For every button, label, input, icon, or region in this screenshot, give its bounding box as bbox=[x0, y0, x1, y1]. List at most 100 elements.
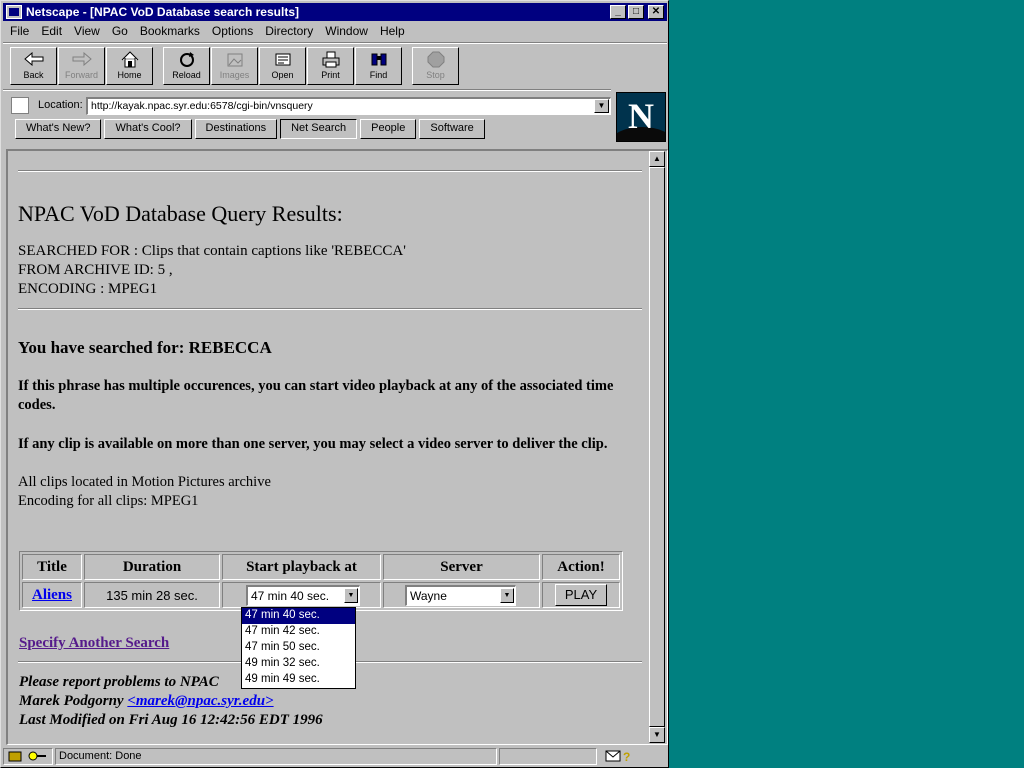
page-heading: NPAC VoD Database Query Results: bbox=[18, 201, 343, 226]
forward-arrow-icon bbox=[71, 50, 93, 68]
open-button[interactable]: Open bbox=[259, 47, 306, 85]
scroll-thumb[interactable] bbox=[649, 167, 665, 727]
stop-icon bbox=[425, 50, 447, 68]
col-server: Server bbox=[383, 554, 540, 580]
find-label: Find bbox=[369, 70, 388, 80]
software-button[interactable]: Software bbox=[419, 119, 485, 139]
table-row: Aliens 135 min 28 sec. 47 min 40 sec. ▼ … bbox=[22, 582, 620, 608]
menu-edit[interactable]: Edit bbox=[35, 23, 68, 41]
title-cell: Aliens bbox=[22, 582, 82, 608]
net-search-button[interactable]: Net Search bbox=[280, 119, 358, 139]
menu-bar: File Edit View Go Bookmarks Options Dire… bbox=[4, 23, 411, 41]
clip-title-link[interactable]: Aliens bbox=[32, 587, 72, 603]
find-button[interactable]: Find bbox=[355, 47, 402, 85]
menu-help[interactable]: Help bbox=[374, 23, 411, 41]
footer-email-link[interactable]: <marek@npac.syr.edu> bbox=[127, 693, 273, 709]
table-header-row: Title Duration Start playback at Server … bbox=[22, 554, 620, 580]
stop-button[interactable]: Stop bbox=[412, 47, 459, 85]
people-button[interactable]: People bbox=[360, 119, 417, 139]
reload-icon bbox=[176, 50, 198, 68]
menu-directory[interactable]: Directory bbox=[259, 23, 319, 41]
search-summary: SEARCHED FOR : Clips that contain captio… bbox=[18, 242, 642, 299]
menu-view[interactable]: View bbox=[68, 23, 106, 41]
chevron-down-icon[interactable]: ▼ bbox=[344, 587, 358, 603]
print-button[interactable]: Print bbox=[307, 47, 354, 85]
forward-button[interactable]: Forward bbox=[58, 47, 105, 85]
scroll-up-arrow-icon[interactable]: ▲ bbox=[649, 151, 665, 167]
svg-text:?: ? bbox=[623, 750, 630, 763]
home-button[interactable]: Home bbox=[106, 47, 153, 85]
back-button[interactable]: Back bbox=[10, 47, 57, 85]
open-label: Open bbox=[271, 70, 294, 80]
title-bar[interactable]: Netscape - [NPAC VoD Database search res… bbox=[3, 3, 667, 21]
col-action: Action! bbox=[542, 554, 620, 580]
whats-cool-button[interactable]: What's Cool? bbox=[104, 119, 192, 139]
server-value: Wayne bbox=[410, 588, 447, 603]
minimize-button[interactable]: _ bbox=[610, 5, 626, 19]
start-option[interactable]: 49 min 49 sec. bbox=[242, 672, 355, 688]
vertical-scrollbar[interactable]: ▲ ▼ bbox=[649, 151, 665, 743]
netscape-logo[interactable]: N bbox=[616, 92, 666, 142]
archive-id-line: FROM ARCHIVE ID: 5 , bbox=[18, 262, 173, 278]
menu-separator bbox=[3, 42, 667, 44]
reload-button[interactable]: Reload bbox=[163, 47, 210, 85]
archive-info: All clips located in Motion Pictures arc… bbox=[18, 473, 642, 511]
menu-window[interactable]: Window bbox=[319, 23, 374, 41]
progress-area bbox=[499, 747, 597, 765]
netscape-app-icon[interactable] bbox=[6, 5, 22, 19]
footer-name: Marek Podgorny bbox=[19, 693, 124, 709]
status-text: Document: Done bbox=[55, 747, 497, 765]
menu-options[interactable]: Options bbox=[206, 23, 259, 41]
info-paragraph-server: If any clip is available on more than on… bbox=[18, 436, 608, 452]
location-dropdown-arrow-icon[interactable]: ▼ bbox=[594, 99, 609, 113]
browser-window: Netscape - [NPAC VoD Database search res… bbox=[0, 0, 669, 768]
location-label: Location: bbox=[38, 99, 83, 111]
start-option[interactable]: 49 min 32 sec. bbox=[242, 656, 355, 672]
menu-bookmarks[interactable]: Bookmarks bbox=[134, 23, 206, 41]
scroll-down-arrow-icon[interactable]: ▼ bbox=[649, 727, 665, 743]
start-time-select[interactable]: 47 min 40 sec. ▼ bbox=[246, 584, 360, 606]
images-button[interactable]: Images bbox=[211, 47, 258, 85]
directory-buttons: What's New? What's Cool? Destinations Ne… bbox=[15, 119, 488, 139]
col-title: Title bbox=[22, 554, 82, 580]
open-icon bbox=[272, 50, 294, 68]
close-button[interactable]: ✕ bbox=[648, 5, 664, 19]
maximize-button[interactable]: □ bbox=[628, 5, 644, 19]
status-bar: Document: Done ? bbox=[3, 746, 667, 766]
location-input[interactable]: http://kayak.npac.syr.edu:6578/cgi-bin/v… bbox=[86, 97, 611, 115]
start-option[interactable]: 47 min 40 sec. bbox=[242, 608, 355, 624]
binoculars-icon bbox=[368, 50, 390, 68]
searched-for-line: SEARCHED FOR : Clips that contain captio… bbox=[18, 243, 406, 259]
whats-new-button[interactable]: What's New? bbox=[15, 119, 102, 139]
server-select[interactable]: Wayne ▼ bbox=[405, 584, 516, 606]
start-option[interactable]: 47 min 50 sec. bbox=[242, 640, 355, 656]
window-title: Netscape - [NPAC VoD Database search res… bbox=[26, 5, 299, 19]
col-start-playback: Start playback at bbox=[222, 554, 381, 580]
location-url: http://kayak.npac.syr.edu:6578/cgi-bin/v… bbox=[91, 100, 313, 112]
menu-go[interactable]: Go bbox=[106, 23, 134, 41]
encoding-line: ENCODING : MPEG1 bbox=[18, 281, 158, 297]
reload-label: Reload bbox=[172, 70, 201, 80]
navigation-toolbar: Back Forward Home Reload Images Open Pri… bbox=[10, 47, 460, 85]
start-cell: 47 min 40 sec. ▼ bbox=[222, 582, 381, 608]
images-label: Images bbox=[219, 70, 250, 80]
toolbar-gap bbox=[403, 47, 412, 85]
start-time-dropdown-list: 47 min 40 sec. 47 min 42 sec. 47 min 50 … bbox=[241, 607, 356, 689]
destinations-button[interactable]: Destinations bbox=[194, 119, 278, 139]
print-label: Print bbox=[321, 70, 340, 80]
page-proxy-icon[interactable] bbox=[11, 97, 29, 114]
footer-modified-line: Last Modified on Fri Aug 16 12:42:56 EDT… bbox=[19, 712, 323, 728]
play-button[interactable]: PLAY bbox=[555, 584, 607, 606]
specify-another-search-link[interactable]: Specify Another Search bbox=[19, 635, 169, 651]
encoding-info-line: Encoding for all clips: MPEG1 bbox=[18, 493, 199, 509]
images-icon bbox=[224, 50, 246, 68]
chevron-down-icon[interactable]: ▼ bbox=[500, 587, 514, 603]
results-table: Title Duration Start playback at Server … bbox=[19, 551, 623, 611]
mail-icon[interactable]: ? bbox=[599, 748, 649, 765]
printer-icon bbox=[320, 50, 342, 68]
security-key-icon[interactable] bbox=[3, 747, 53, 765]
toolbar-separator bbox=[3, 89, 611, 91]
menu-file[interactable]: File bbox=[4, 23, 35, 41]
page-body: NPAC VoD Database Query Results: SEARCHE… bbox=[18, 151, 642, 728]
start-option[interactable]: 47 min 42 sec. bbox=[242, 624, 355, 640]
